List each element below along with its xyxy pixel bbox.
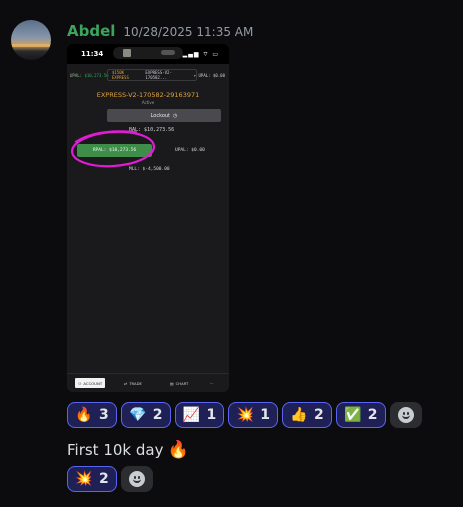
reaction-gem[interactable]: 💎 2 <box>120 402 171 428</box>
tab-more[interactable]: ··· <box>207 378 217 388</box>
add-reaction-icon <box>397 407 414 423</box>
trade-icon: ⇄ <box>124 380 128 386</box>
reaction-check-mark[interactable]: ✅ 2 <box>335 402 386 428</box>
fire-emoji-icon: 🔥 <box>75 407 93 423</box>
reactions-row: 💥 2 <box>67 466 153 492</box>
message-content: First 10k day 🔥 <box>67 440 189 460</box>
reaction-collision[interactable]: 💥 1 <box>228 402 278 428</box>
tab-chart-label: CHART <box>175 380 189 386</box>
add-reaction-icon <box>128 471 145 487</box>
reaction-collision[interactable]: 💥 2 <box>67 466 117 492</box>
tab-account[interactable]: ⚇ ACCOUNT <box>75 378 105 388</box>
reaction-chart-increasing[interactable]: 📈 1 <box>174 402 225 428</box>
reaction-count: 1 <box>260 407 270 423</box>
tab-trade[interactable]: ⇄ TRADE <box>121 378 145 388</box>
reaction-count: 2 <box>152 407 163 423</box>
message-text: First 10k day <box>67 441 164 459</box>
reaction-count: 1 <box>206 407 217 423</box>
phone-screenshot: 11:34 ▂▄▆ ⌔ ▭ UPAL: $10,273.56 $150K EXP… <box>67 44 229 392</box>
check-mark-emoji-icon: ✅ <box>344 407 362 423</box>
message-timestamp: 10/28/2025 11:35 AM <box>123 25 254 39</box>
collision-emoji-icon: 💥 <box>75 471 93 487</box>
add-reaction-button[interactable] <box>389 402 422 428</box>
thumbs-up-emoji-icon: 👍 <box>290 407 308 423</box>
bottom-tab-bar: ⚇ ACCOUNT ⇄ TRADE ▤ CHART ··· <box>67 373 229 392</box>
tab-trade-label: TRADE <box>129 380 142 386</box>
username[interactable]: Abdel <box>67 22 115 40</box>
pink-circle-annotation <box>70 130 156 168</box>
more-icon: ··· <box>210 380 214 386</box>
image-attachment[interactable]: 11:34 ▂▄▆ ⌔ ▭ UPAL: $10,273.56 $150K EXP… <box>67 44 229 392</box>
tab-account-label: ACCOUNT <box>83 380 103 386</box>
reaction-count: 2 <box>99 471 109 487</box>
collision-emoji-icon: 💥 <box>236 407 254 423</box>
gem-emoji-icon: 💎 <box>129 407 147 423</box>
reaction-fire[interactable]: 🔥 3 <box>67 402 117 428</box>
chart-icon: ▤ <box>170 380 174 386</box>
reaction-count: 2 <box>314 407 324 423</box>
reactions-row: 🔥 3 💎 2 📈 1 💥 1 👍 2 ✅ 2 <box>67 402 422 428</box>
chart-increasing-emoji-icon: 📈 <box>182 407 201 423</box>
tab-chart[interactable]: ▤ CHART <box>167 378 191 388</box>
reaction-thumbs-up[interactable]: 👍 2 <box>282 402 332 428</box>
message-header: Abdel 10/28/2025 11:35 AM <box>67 22 253 40</box>
avatar-image <box>11 44 51 47</box>
add-reaction-button[interactable] <box>120 466 153 492</box>
user-icon: ⚇ <box>78 380 82 386</box>
reaction-count: 3 <box>99 407 109 423</box>
fire-emoji-icon: 🔥 <box>167 440 189 460</box>
reaction-count: 2 <box>367 407 378 423</box>
user-avatar[interactable] <box>11 20 51 60</box>
